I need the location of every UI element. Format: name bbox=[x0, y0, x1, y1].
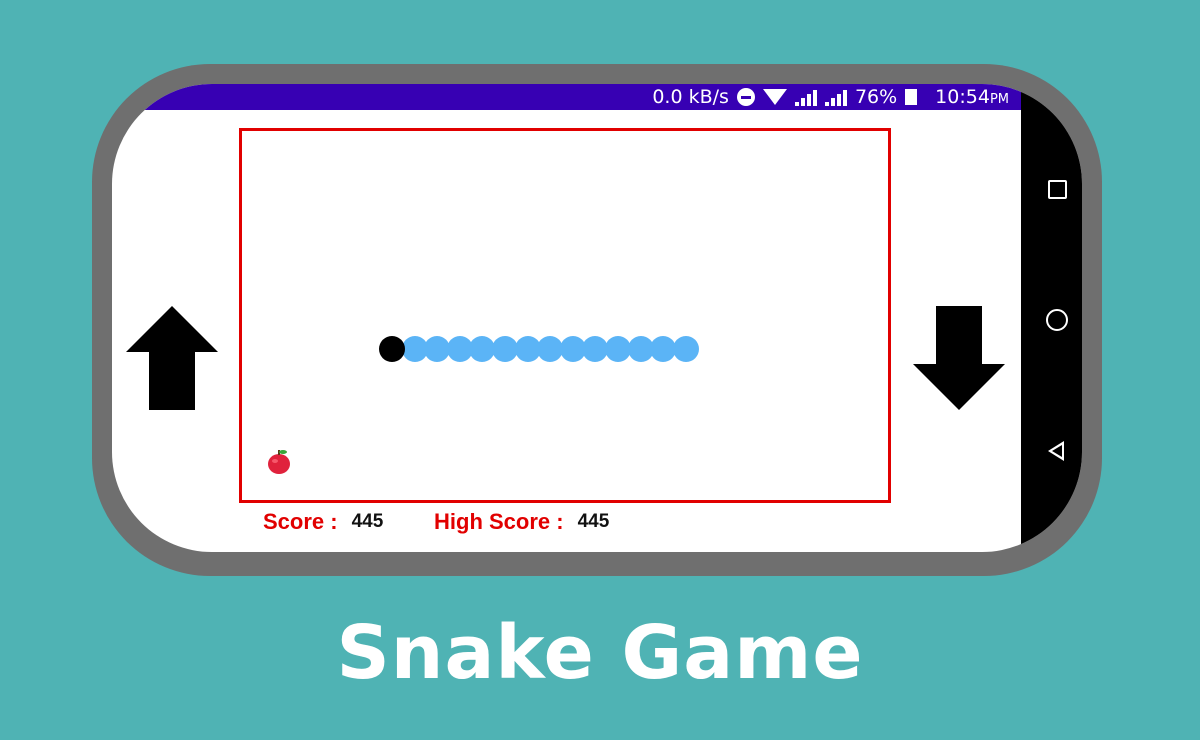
arrow-down-icon[interactable] bbox=[913, 306, 1005, 410]
recents-square-icon[interactable] bbox=[1048, 180, 1067, 199]
back-triangle-icon[interactable] bbox=[1048, 441, 1064, 461]
snake-segment bbox=[650, 336, 677, 362]
snake-segment bbox=[537, 336, 564, 362]
battery-icon bbox=[905, 89, 918, 105]
score-display: Score : 445 bbox=[263, 508, 383, 536]
snake-segment bbox=[559, 336, 586, 362]
arrow-up-icon[interactable] bbox=[126, 306, 218, 410]
snake-segment bbox=[605, 336, 631, 362]
do-not-disturb-icon bbox=[736, 88, 755, 106]
high-score-label: High Score : bbox=[434, 509, 564, 534]
clock: 10:54 bbox=[935, 86, 990, 108]
signal-icon bbox=[794, 89, 817, 106]
snake-segment bbox=[424, 336, 451, 362]
snake-segment bbox=[401, 336, 428, 362]
snake-head bbox=[379, 336, 405, 362]
snake-segment bbox=[514, 336, 541, 362]
apple-icon bbox=[268, 450, 290, 474]
score-value: 445 bbox=[351, 511, 384, 532]
home-circle-icon[interactable] bbox=[1046, 309, 1068, 331]
game-board bbox=[239, 128, 891, 503]
network-speed: 0.0 kB/s bbox=[652, 86, 729, 108]
wifi-icon bbox=[762, 89, 787, 105]
status-bar: 0.0 kB/s 76% 10:54PM bbox=[112, 84, 1021, 110]
battery-level: 76% bbox=[854, 86, 898, 108]
android-nav-bar bbox=[1021, 84, 1082, 552]
snake-segment bbox=[446, 336, 473, 362]
high-score-value: 445 bbox=[577, 511, 610, 532]
page-title: Snake Game bbox=[336, 610, 864, 696]
high-score-display: High Score : 445 bbox=[434, 508, 609, 536]
snake-segment bbox=[627, 336, 654, 362]
clock-ampm: PM bbox=[989, 92, 1009, 107]
snake-segment bbox=[672, 336, 699, 362]
score-label: Score : bbox=[263, 509, 338, 534]
snake-segment bbox=[492, 336, 518, 362]
signal-icon bbox=[824, 89, 847, 106]
